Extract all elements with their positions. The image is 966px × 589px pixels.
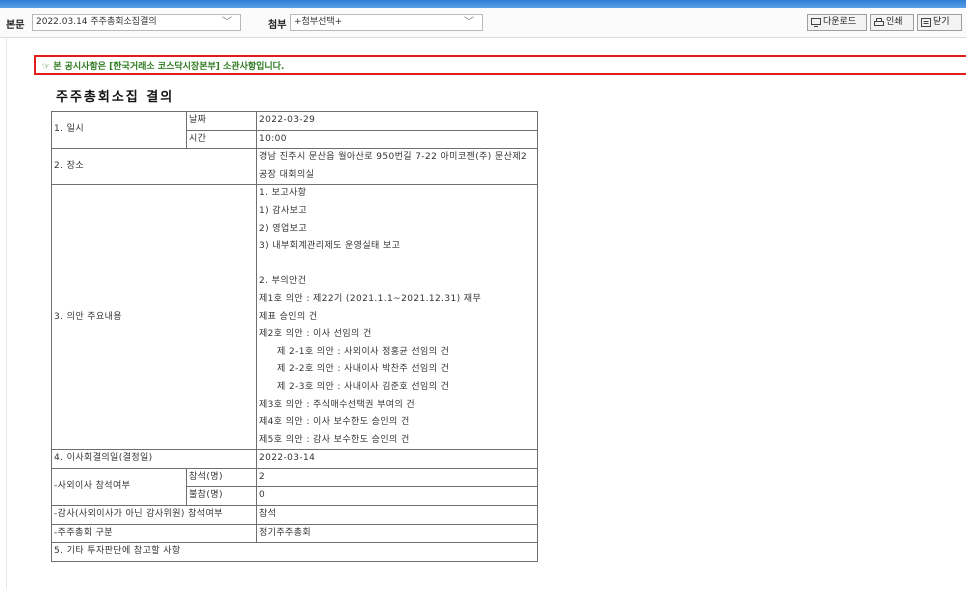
monitor-download-icon xyxy=(811,18,821,27)
place-value: 경남 진주시 문산읍 월아산로 950번길 7-22 아미코젠(주) 문산제2공… xyxy=(256,148,538,186)
date-value: 2022-03-29 xyxy=(256,111,538,131)
auditor-value: 참석 xyxy=(256,505,538,525)
viewer-toolbar: 본문 2022.03.14 주주총회소집결의 ﹀ 첨부 +첨부선택+ ﹀ 다운로… xyxy=(0,8,966,38)
attachment-select[interactable]: +첨부선택+ ﹀ xyxy=(290,14,483,31)
agenda-line: 1. 보고사항 xyxy=(259,188,307,199)
chevron-down-icon: ﹀ xyxy=(222,17,232,28)
agenda-label: 3. 의안 주요내용 xyxy=(51,184,257,451)
agenda-line: 제 2-2호 의안 : 사내이사 박찬주 선임의 건 xyxy=(277,364,450,375)
agenda-blank-line xyxy=(259,256,535,274)
date-time-label: 1. 일시 xyxy=(51,110,187,150)
board-date-label: 4. 이사회결의일(결정일) xyxy=(51,449,257,469)
board-date-value: 2022-03-14 xyxy=(256,449,538,469)
agenda-line: 제4호 의안 : 이사 보수한도 승인의 건 xyxy=(259,417,410,428)
content-divider xyxy=(6,38,7,589)
table-row: 3. 의안 주요내용 1. 보고사항 1) 감사보고 2) 영업보고 3) 내부… xyxy=(51,184,538,451)
absent-label: 불참(명) xyxy=(186,486,257,507)
meeting-type-value: 정기주주총회 xyxy=(256,523,538,544)
agenda-line: 제 2-1호 의안 : 사외이사 정홍균 선임의 건 xyxy=(277,346,450,357)
table-row: 1. 일시 날짜 2022-03-29 xyxy=(51,110,538,150)
agenda-line: 1) 감사보고 xyxy=(259,205,308,216)
present-label: 참석(명) xyxy=(186,467,257,488)
table-row: 2. 장소 경남 진주시 문산읍 월아산로 950번길 7-22 아미코젠(주)… xyxy=(51,148,538,186)
meeting-type-label: -주주총회 구분 xyxy=(51,523,257,544)
absent-value: 0 xyxy=(256,486,538,507)
print-label: 인쇄 xyxy=(886,17,903,27)
agenda-line: 제표 승인의 건 xyxy=(259,311,318,322)
notice-text: ☞ 본 공시사항은 [한국거래소 코스닥시장본부] 소관사항입니다. xyxy=(42,62,285,72)
close-window-icon xyxy=(921,18,931,27)
agenda-line: 2. 부의안건 xyxy=(259,276,307,287)
print-button[interactable]: 인쇄 xyxy=(870,14,914,31)
printer-icon xyxy=(874,18,884,26)
table-row: -사외이사 참석여부 참석(명) 2 xyxy=(51,467,538,507)
place-label: 2. 장소 xyxy=(51,148,257,186)
window-title-strip xyxy=(0,0,966,8)
attach-select-value: +첨부선택+ xyxy=(294,17,343,27)
disclosure-table: 1. 일시 날짜 2022-03-29 시간 10:00 2. 장소 경남 진주… xyxy=(51,110,538,562)
body-document-select[interactable]: 2022.03.14 주주총회소집결의 ﹀ xyxy=(32,14,241,31)
auditor-label: -감사(사외이사가 아닌 감사위원) 참석여부 xyxy=(51,505,257,525)
table-row: -감사(사외이사가 아닌 감사위원) 참석여부 참석 xyxy=(51,505,538,525)
jurisdiction-notice: ☞ 본 공시사항은 [한국거래소 코스닥시장본부] 소관사항입니다. xyxy=(34,55,966,75)
agenda-line: 3) 내부회계관리제도 운영실태 보고 xyxy=(259,241,401,252)
agenda-line: 제 2-3호 의안 : 사내이사 김준호 선임의 건 xyxy=(277,381,450,392)
body-label: 본문 xyxy=(6,20,25,31)
time-value: 10:00 xyxy=(256,129,538,150)
table-row: -주주총회 구분 정기주주총회 xyxy=(51,523,538,544)
agenda-line: 2) 영업보고 xyxy=(259,223,308,234)
agenda-line: 제2호 의안 : 이사 선임의 건 xyxy=(259,329,372,340)
agenda-line: 제3호 의안 : 주식매수선택권 부여의 건 xyxy=(259,399,416,410)
date-label: 날짜 xyxy=(186,111,257,131)
document-title: 주주총회소집 결의 xyxy=(56,90,175,105)
download-label: 다운로드 xyxy=(823,17,857,27)
download-button[interactable]: 다운로드 xyxy=(807,14,867,31)
close-label: 닫기 xyxy=(933,17,950,27)
agenda-line: 제5호 의안 : 감사 보수한도 승인의 건 xyxy=(259,434,410,445)
table-row: 5. 기타 투자판단에 참고할 사항 xyxy=(51,542,538,562)
outside-directors-label: -사외이사 참석여부 xyxy=(51,467,187,507)
close-button[interactable]: 닫기 xyxy=(917,14,962,31)
agenda-line: 제1호 의안 : 제22기 (2021.1.1~2021.12.31) 재무 xyxy=(259,293,482,304)
table-row: 4. 이사회결의일(결정일) 2022-03-14 xyxy=(51,449,538,469)
chevron-down-icon: ﹀ xyxy=(464,17,474,28)
time-label: 시간 xyxy=(186,129,257,150)
attach-label: 첨부 xyxy=(268,20,287,31)
other-label: 5. 기타 투자판단에 참고할 사항 xyxy=(51,542,538,562)
body-select-value: 2022.03.14 주주총회소집결의 xyxy=(36,17,157,27)
present-value: 2 xyxy=(256,467,538,488)
agenda-content: 1. 보고사항 1) 감사보고 2) 영업보고 3) 내부회계관리제도 운영실태… xyxy=(256,184,538,451)
